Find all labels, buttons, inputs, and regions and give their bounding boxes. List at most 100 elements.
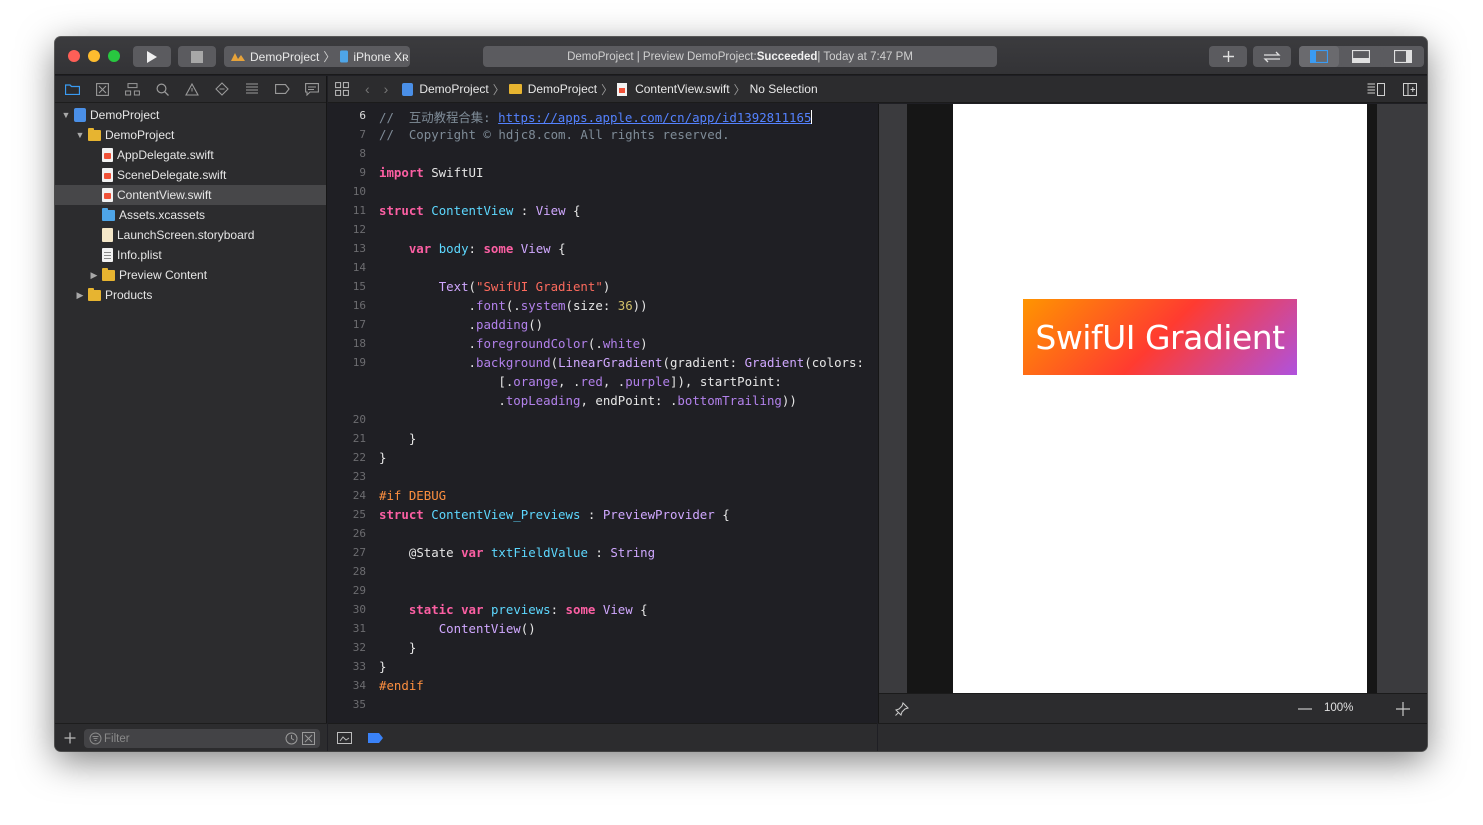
left-panel-icon <box>1310 50 1328 63</box>
tree-item-label: Products <box>105 288 153 302</box>
code-line: // 互动教程合集: https://apps.apple.com/cn/app… <box>379 110 813 125</box>
tree-item-appdelegate[interactable]: AppDelegate.swift <box>55 145 326 165</box>
scheme-name: DemoProject <box>250 49 320 64</box>
code-line: struct ContentView_Previews : PreviewPro… <box>379 507 730 522</box>
disclosure-open-icon[interactable]: ▼ <box>60 110 72 120</box>
line-number: 32 <box>352 641 366 654</box>
breadcrumb-project[interactable]: DemoProject <box>419 82 488 96</box>
tree-item-products[interactable]: ▶ Products <box>55 285 326 305</box>
code-line: import SwiftUI <box>379 165 484 180</box>
tree-item-launchscreen[interactable]: LaunchScreen.storyboard <box>55 225 326 245</box>
tree-item-label: Assets.xcassets <box>119 208 206 222</box>
symbol-icon[interactable] <box>123 80 141 98</box>
disclosure-open-icon[interactable]: ▼ <box>74 130 86 140</box>
breadcrumb-file[interactable]: ContentView.swift <box>635 82 730 96</box>
tree-item-preview-content[interactable]: ▶ Preview Content <box>55 265 326 285</box>
zoom-window-button[interactable] <box>108 50 120 62</box>
code-url[interactable]: https://apps.apple.com/cn/app/id13928111… <box>498 110 811 125</box>
folder-icon[interactable] <box>63 80 81 98</box>
file-tree: ▼ DemoProject ▼ DemoProject AppDelegate.… <box>55 103 326 305</box>
swift-file-icon <box>102 148 113 162</box>
status-result: Succeeded <box>756 50 818 63</box>
breakpoint-icon[interactable] <box>273 80 291 98</box>
adjust-editor-options-icon[interactable] <box>1367 83 1385 96</box>
library-button[interactable] <box>1209 46 1247 67</box>
line-number: 16 <box>352 299 366 312</box>
minimize-window-button[interactable] <box>88 50 100 62</box>
device-screen[interactable]: SwifUI Gradient <box>953 104 1367 693</box>
code-line: .foregroundColor(.white) <box>379 336 648 351</box>
breadcrumb-selection[interactable]: No Selection <box>750 82 818 96</box>
status-prefix: DemoProject | Preview DemoProject: <box>567 50 757 63</box>
breakpoints-toggle-icon[interactable] <box>368 733 383 743</box>
tree-item-scenedelegate[interactable]: SceneDelegate.swift <box>55 165 326 185</box>
breadcrumb-group[interactable]: DemoProject <box>528 82 597 96</box>
zoom-level[interactable]: 100% <box>1324 702 1353 714</box>
code-line: #endif <box>379 678 424 693</box>
code-line: [.orange, .red, .purple]), startPoint: <box>379 374 782 389</box>
line-number: 27 <box>352 546 366 559</box>
stop-button[interactable] <box>178 46 216 67</box>
related-items-icon[interactable] <box>335 82 349 96</box>
zoom-out-icon[interactable] <box>1298 708 1312 710</box>
code-line: ContentView() <box>438 621 536 636</box>
arrows-swap-icon <box>1263 51 1281 62</box>
filter-field[interactable]: Filter <box>84 729 320 748</box>
pin-icon[interactable] <box>895 702 909 716</box>
forward-arrow-icon[interactable]: › <box>384 81 389 97</box>
search-icon[interactable] <box>153 80 171 98</box>
add-icon[interactable] <box>64 732 76 744</box>
code-line: var body: some View { <box>408 241 566 256</box>
report-icon[interactable] <box>303 80 321 98</box>
line-number: 34 <box>352 679 366 692</box>
toggle-inspector-button[interactable] <box>1383 46 1423 67</box>
scheme-selector[interactable]: DemoProject 〉 iPhone Xʀ <box>224 46 410 67</box>
tree-item-group-demoproject[interactable]: ▼ DemoProject <box>55 125 326 145</box>
source-control-icon[interactable] <box>93 80 111 98</box>
device-frame: SwifUI Gradient <box>907 104 1377 693</box>
code-review-button[interactable] <box>1253 46 1291 67</box>
iphone-icon <box>340 50 349 63</box>
code-line: Text("SwifUI Gradient") <box>438 279 611 294</box>
zoom-in-icon[interactable] <box>1396 702 1410 716</box>
xcodeproj-icon <box>402 82 414 96</box>
close-window-button[interactable] <box>68 50 80 62</box>
swift-file-icon <box>617 82 628 96</box>
navigator-selector-bar <box>55 76 326 103</box>
code-line: } <box>379 659 387 674</box>
device-name: iPhone Xʀ <box>353 49 409 64</box>
code-line: // Copyright © hdjc8.com. All rights res… <box>379 127 730 142</box>
toolbar: DemoProject 〉 iPhone Xʀ DemoProject | Pr… <box>55 37 1427 75</box>
folder-icon <box>102 268 115 281</box>
run-button[interactable] <box>133 46 171 67</box>
code-line: static var previews: some View { <box>408 602 648 617</box>
tree-item-contentview[interactable]: ContentView.swift <box>55 185 326 205</box>
test-icon[interactable] <box>213 80 231 98</box>
chevron-right-icon: 〉 <box>323 50 336 64</box>
back-arrow-icon[interactable]: ‹ <box>365 81 370 97</box>
recent-files-icon[interactable] <box>285 732 298 745</box>
xcode-window: DemoProject 〉 iPhone Xʀ DemoProject | Pr… <box>55 37 1427 751</box>
activity-status: DemoProject | Preview DemoProject: Succe… <box>483 46 997 67</box>
source-control-filter-icon[interactable] <box>302 732 315 745</box>
code-line: .font(.system(size: 36)) <box>379 298 648 313</box>
tree-item-project[interactable]: ▼ DemoProject <box>55 105 326 125</box>
tree-item-label: DemoProject <box>105 128 175 142</box>
toggle-navigator-button[interactable] <box>1299 46 1339 67</box>
tree-item-label: Preview Content <box>119 268 208 282</box>
minimap-icon[interactable] <box>337 732 352 744</box>
warning-icon[interactable] <box>183 80 201 98</box>
line-number-gutter: 6 7 8 9 10 11 12 13 14 15 16 17 18 19 20… <box>328 104 368 723</box>
canvas-bottom-bar: 100% <box>879 693 1427 723</box>
tree-item-assets[interactable]: Assets.xcassets <box>55 205 326 225</box>
preview-text: SwifUI Gradient <box>1035 317 1285 357</box>
debug-icon[interactable] <box>243 80 261 98</box>
tree-item-infoplist[interactable]: Info.plist <box>55 245 326 265</box>
app-target-icon <box>231 52 245 61</box>
toggle-debug-area-button[interactable] <box>1341 46 1381 67</box>
disclosure-closed-icon[interactable]: ▶ <box>74 290 86 301</box>
gradient-text-preview[interactable]: SwifUI Gradient <box>1023 299 1297 375</box>
source-editor[interactable]: 6 7 8 9 10 11 12 13 14 15 16 17 18 19 20… <box>328 104 877 723</box>
add-editor-icon[interactable] <box>1403 83 1417 96</box>
disclosure-closed-icon[interactable]: ▶ <box>88 270 100 281</box>
